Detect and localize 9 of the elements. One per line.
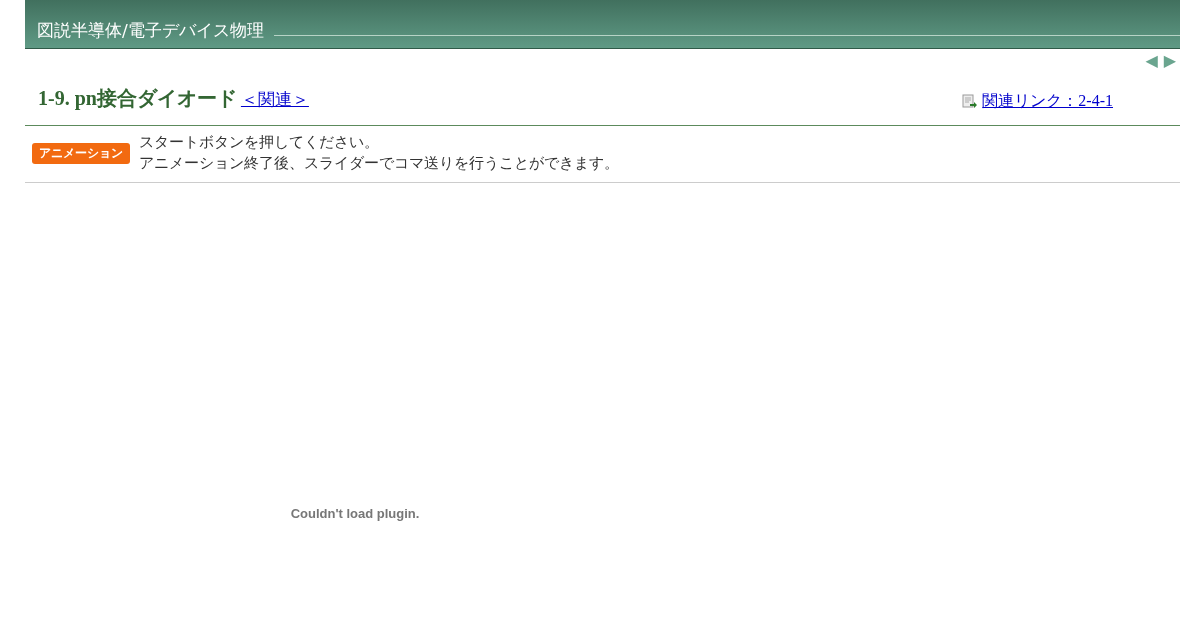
animation-badge: アニメーション: [32, 142, 130, 164]
related-link-reference[interactable]: 関連リンク：2-4-1: [982, 90, 1113, 112]
document-arrow-icon: [962, 94, 979, 108]
instruction-text: アニメーション終了後、スライダーでコマ送りを行うことができます。: [139, 153, 619, 174]
instruction-text: スタートボタンを押してください。: [139, 132, 380, 153]
related-link[interactable]: ＜関連＞: [240, 89, 309, 109]
plugin-error-message: Couldn't load plugin.: [290, 505, 420, 521]
page-title: 1-9. pn接合ダイオード: [38, 86, 237, 109]
site-title: 図説半導体/電子デバイス物理: [36, 19, 264, 42]
